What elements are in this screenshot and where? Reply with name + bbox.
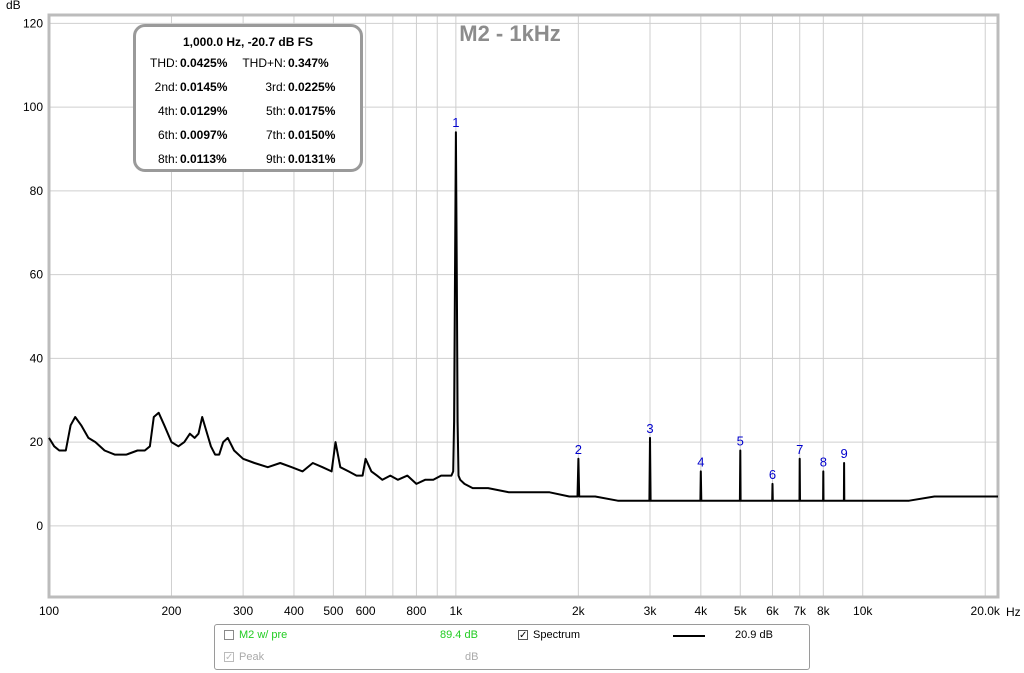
info-value: 0.0131% bbox=[288, 152, 336, 166]
y-tick-label: 40 bbox=[30, 351, 44, 365]
harmonic-label: 3 bbox=[646, 421, 653, 436]
m2-series-checkbox[interactable] bbox=[224, 630, 234, 640]
info-label: 6th: bbox=[157, 128, 178, 142]
x-tick-label: 1k bbox=[450, 604, 464, 618]
x-tick-label: 2k bbox=[572, 604, 586, 618]
x-tick-label: 300 bbox=[233, 604, 253, 618]
x-tick-label: 200 bbox=[161, 604, 181, 618]
distortion-info-box: 1,000.0 Hz, -20.7 dB FS THD: 0.0425% THD+N… bbox=[133, 24, 363, 172]
info-row: 2nd: 0.0145% 3rd: 0.0225% bbox=[140, 80, 356, 96]
info-row: 8th: 0.0113% 9th: 0.0131% bbox=[140, 152, 356, 168]
info-row: THD: 0.0425% THD+N: 0.347% bbox=[140, 56, 356, 72]
info-label: 4th: bbox=[157, 104, 178, 118]
harmonic-label: 6 bbox=[769, 467, 776, 482]
harmonic-label: 2 bbox=[575, 442, 582, 457]
info-value: 0.347% bbox=[288, 56, 329, 70]
x-tick-label: 7k bbox=[793, 604, 807, 618]
harmonic-label: 9 bbox=[841, 446, 848, 461]
info-label: 2nd: bbox=[154, 80, 178, 94]
chart-title: M2 - 1kHz bbox=[459, 21, 560, 46]
y-tick-label: 120 bbox=[23, 16, 43, 30]
info-label: THD: bbox=[150, 56, 178, 70]
info-value: 0.0145% bbox=[180, 80, 228, 94]
y-tick-label: 0 bbox=[36, 519, 43, 533]
spectrum-series-checkbox[interactable]: ✓ bbox=[518, 630, 528, 641]
m2-series-label: M2 w/ pre bbox=[239, 629, 288, 641]
x-axis-unit-label: Hz bbox=[1006, 605, 1021, 619]
x-tick-label: 6k bbox=[766, 604, 780, 618]
info-value: 0.0425% bbox=[180, 56, 228, 70]
x-tick-label: 400 bbox=[284, 604, 304, 618]
peak-label: Peak bbox=[239, 651, 265, 663]
y-tick-label: 80 bbox=[30, 184, 44, 198]
x-tick-label: 800 bbox=[406, 604, 426, 618]
info-label: 3rd: bbox=[265, 80, 286, 94]
info-value: 0.0097% bbox=[180, 128, 228, 142]
info-row: 6th: 0.0097% 7th: 0.0150% bbox=[140, 128, 356, 144]
info-label: THD+N: bbox=[242, 56, 286, 70]
m2-series-value: 89.4 dB bbox=[440, 629, 478, 641]
x-tick-label: 20.0k bbox=[971, 604, 1001, 618]
info-label: 8th: bbox=[157, 152, 178, 166]
x-tick-label: 500 bbox=[323, 604, 343, 618]
y-axis-label: dB bbox=[6, 0, 21, 12]
spectrum-legend-swatch bbox=[673, 635, 705, 637]
info-label: 9th: bbox=[265, 152, 286, 166]
x-tick-label: 600 bbox=[356, 604, 376, 618]
y-axis: 0 20 40 60 80 100 120 bbox=[23, 16, 43, 532]
x-tick-label: 3k bbox=[644, 604, 658, 618]
info-box-title: 1,000.0 Hz, -20.7 dB FS bbox=[182, 35, 314, 49]
harmonic-label: 1 bbox=[452, 115, 459, 130]
x-tick-label: 10k bbox=[853, 604, 873, 618]
info-value: 0.0129% bbox=[180, 104, 228, 118]
info-value: 0.0150% bbox=[288, 128, 336, 142]
x-tick-label: 8k bbox=[817, 604, 831, 618]
x-tick-label: 4k bbox=[694, 604, 708, 618]
y-tick-label: 60 bbox=[30, 268, 44, 282]
harmonic-label: 5 bbox=[737, 433, 744, 448]
x-axis: 100 200 300 400 500 600 800 1k 2k 3k 4k 5k 6k 7k 8k 10k… bbox=[39, 604, 1001, 618]
harmonic-label: 7 bbox=[796, 442, 803, 457]
info-label: 7th: bbox=[265, 128, 286, 142]
info-row: 4th: 0.0129% 5th: 0.0175% bbox=[140, 104, 356, 120]
spectrum-series-label: Spectrum bbox=[533, 629, 581, 641]
info-value: 0.0175% bbox=[288, 104, 336, 118]
info-value: 0.0225% bbox=[288, 80, 336, 94]
info-value: 0.0113% bbox=[180, 152, 227, 166]
y-tick-label: 20 bbox=[30, 435, 44, 449]
spectrum-series-value: 20.9 dB bbox=[735, 629, 773, 641]
harmonic-label: 4 bbox=[697, 454, 704, 469]
info-label: 5th: bbox=[265, 104, 286, 118]
peak-checkbox[interactable]: ✓ bbox=[224, 652, 234, 663]
x-tick-label: 100 bbox=[39, 604, 59, 618]
peak-value: dB bbox=[465, 651, 479, 663]
spectrum-series-line bbox=[48, 131, 998, 502]
y-tick-label: 100 bbox=[23, 100, 43, 114]
legend-panel: M2 w/ pre 89.4 dB ✓ Spectrum 20.9 dB ✓ P… bbox=[214, 624, 810, 670]
harmonic-label: 8 bbox=[820, 454, 827, 469]
x-tick-label: 5k bbox=[734, 604, 748, 618]
